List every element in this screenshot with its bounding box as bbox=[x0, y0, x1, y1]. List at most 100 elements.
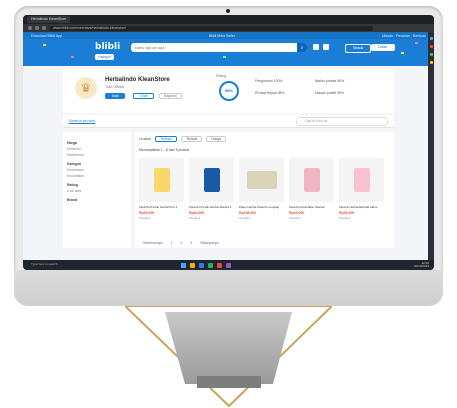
product-image[interactable] bbox=[289, 158, 334, 202]
filter-category-2[interactable]: Kecantikan bbox=[67, 174, 127, 178]
taskbar-search[interactable]: Type here to search bbox=[31, 262, 58, 266]
filter-price-max[interactable]: Maksimum bbox=[67, 153, 127, 157]
product-price: Rp55.000 bbox=[339, 211, 355, 215]
product-image[interactable] bbox=[239, 158, 284, 202]
browser-tabbar: Herbalindo KleanStore bbox=[23, 15, 434, 24]
product-image[interactable] bbox=[139, 158, 184, 202]
product-price: Rp188.000 bbox=[239, 211, 257, 215]
confetti-icon bbox=[223, 56, 226, 58]
product-price: Rp59.000 bbox=[139, 211, 155, 215]
product-name[interactable]: KleanS Kecantikan Wanita bbox=[289, 205, 334, 209]
filter-price-min[interactable]: Minimum bbox=[67, 147, 127, 151]
product-card[interactable]: KleanS Kecantikan Wanita Rp49.000 Terjua… bbox=[289, 158, 334, 220]
confetti-icon bbox=[401, 52, 404, 54]
search-input[interactable] bbox=[131, 43, 287, 52]
chat-button[interactable]: Chat bbox=[133, 93, 155, 99]
browser-sidebar bbox=[428, 32, 434, 260]
pager-next[interactable]: Selanjutnya bbox=[200, 241, 218, 245]
help-links[interactable]: Ulasan · Pesanan · Bantuan bbox=[382, 34, 426, 38]
back-icon[interactable] bbox=[28, 26, 32, 30]
stat-shipping: Pengiriman 100% bbox=[255, 79, 283, 83]
windows-start-icon[interactable] bbox=[181, 262, 186, 268]
register-button[interactable]: Daftar bbox=[371, 44, 395, 51]
product-box-icon bbox=[353, 168, 370, 192]
clock-date: 20/10/2023 bbox=[413, 264, 429, 268]
header-topline: Download Blibli App Blibli Mitra Seller … bbox=[23, 32, 434, 39]
app-icon[interactable] bbox=[217, 262, 222, 268]
forward-icon[interactable] bbox=[35, 26, 39, 30]
product-sold: Terjual 2 bbox=[239, 216, 251, 220]
product-name[interactable]: KleanS Herbal Ekstrak Alami bbox=[339, 205, 384, 209]
pager-page-2[interactable]: 2 bbox=[180, 241, 182, 245]
blibli-logo[interactable]: blibli bbox=[95, 42, 120, 52]
filter-rating-item[interactable]: 4 ke atas bbox=[67, 189, 127, 193]
url-field[interactable]: www.blibli.com/merchant/herbalindo-klean… bbox=[49, 25, 373, 31]
system-tray[interactable]: 12:40 20/10/2023 bbox=[414, 262, 429, 268]
product-card[interactable]: KleanS Produk Herbal Pria 1 Rp59.000 Ter… bbox=[139, 158, 184, 220]
filter-heading-price: Harga bbox=[67, 141, 77, 145]
store-header: ♛ Herbalindo KleanStore Toko Official Ik… bbox=[63, 69, 394, 113]
category-button[interactable]: Kategori bbox=[95, 54, 115, 60]
search-icon[interactable]: ⌕ bbox=[297, 43, 307, 52]
screen: Herbalindo KleanStore www.blibli.com/mer… bbox=[23, 15, 434, 270]
seller-link[interactable]: Blibli Mitra Seller bbox=[209, 34, 235, 38]
app-icon[interactable] bbox=[226, 262, 231, 268]
product-box-icon bbox=[303, 168, 320, 192]
pager-page-3[interactable]: 3 bbox=[190, 241, 192, 245]
product-listing: Urutkan Terbaru Terlaris Harga Menampilk… bbox=[135, 132, 394, 248]
edge-icon[interactable] bbox=[199, 262, 204, 268]
sort-chip-price[interactable]: Harga bbox=[206, 136, 226, 142]
browser-tab[interactable]: Herbalindo KleanStore bbox=[27, 16, 71, 23]
product-box-icon bbox=[203, 168, 220, 192]
sort-chip-bestseller[interactable]: Terlaris bbox=[181, 136, 203, 142]
product-sold: Terjual 1 bbox=[139, 216, 151, 220]
sidebar-app-icon[interactable] bbox=[429, 61, 433, 64]
product-grid: KleanS Produk Herbal Pria 1 Rp59.000 Ter… bbox=[139, 158, 390, 220]
store-name: Herbalindo KleanStore bbox=[105, 77, 170, 83]
stand-body bbox=[165, 312, 292, 384]
product-card[interactable]: KleanS Herbal Ekstrak Alami Rp55.000 Ter… bbox=[339, 158, 384, 220]
product-image[interactable] bbox=[339, 158, 384, 202]
store-subtitle: Toko Official bbox=[105, 85, 124, 89]
confetti-icon bbox=[43, 44, 46, 46]
sort-chip-newest[interactable]: Terbaru bbox=[155, 136, 178, 142]
product-card[interactable]: Paket Herbal KleanS Lengkap Rp188.000 Te… bbox=[239, 158, 284, 220]
reload-icon[interactable] bbox=[42, 26, 46, 30]
browser-addressbar: www.blibli.com/merchant/herbalindo-klean… bbox=[23, 24, 434, 32]
file-explorer-icon[interactable] bbox=[190, 262, 195, 268]
sort-bar: Urutkan Terbaru Terlaris Harga bbox=[139, 136, 390, 142]
product-name[interactable]: Paket Herbal KleanS Lengkap bbox=[239, 205, 284, 209]
filter-heading-brand: Brand bbox=[67, 198, 78, 202]
sidebar-app-icon[interactable] bbox=[429, 53, 433, 56]
cart-icon[interactable] bbox=[313, 44, 319, 50]
sidebar-app-icon[interactable] bbox=[429, 37, 433, 40]
store-search-input[interactable]: Cari di toko ini bbox=[296, 117, 388, 126]
login-button[interactable]: Masuk bbox=[345, 44, 372, 53]
content-area: Harga Minimum Maksimum Kategori Kesehata… bbox=[63, 132, 394, 248]
pager-page-1[interactable]: 1 bbox=[170, 241, 172, 245]
product-name[interactable]: KleanS Produk Herbal Pria 1 bbox=[139, 205, 184, 209]
site-header: Download Blibli App Blibli Mitra Seller … bbox=[23, 32, 434, 66]
bell-icon[interactable] bbox=[323, 44, 329, 50]
share-button[interactable]: Bagikan bbox=[159, 93, 182, 99]
filter-panel: Harga Minimum Maksimum Kategori Kesehata… bbox=[63, 132, 131, 248]
product-price: Rp49.000 bbox=[289, 211, 305, 215]
tab-all-products[interactable]: Semua produk bbox=[69, 118, 96, 124]
confetti-icon bbox=[71, 56, 74, 58]
keyboard-icon bbox=[197, 376, 261, 388]
product-box-icon bbox=[153, 168, 170, 192]
pager-prev[interactable]: Sebelumnya bbox=[143, 241, 162, 245]
product-box-icon bbox=[246, 171, 277, 189]
sidebar-app-icon[interactable] bbox=[429, 45, 433, 48]
filter-category-1[interactable]: Kesehatan bbox=[67, 168, 127, 172]
product-card[interactable]: KleanS Produk Herbal Wanita 2 Rp64.000 T… bbox=[189, 158, 234, 220]
product-name[interactable]: KleanS Produk Herbal Wanita 2 bbox=[189, 205, 234, 209]
follow-button[interactable]: Ikuti bbox=[105, 93, 126, 99]
chrome-icon[interactable] bbox=[208, 262, 213, 268]
confetti-icon bbox=[415, 42, 418, 44]
product-sold: Terjual 4 bbox=[339, 216, 351, 220]
product-image[interactable] bbox=[189, 158, 234, 202]
rating-gauge: 98% bbox=[219, 81, 239, 101]
download-app-link[interactable]: Download Blibli App bbox=[31, 34, 62, 38]
store-logo-icon: ♛ bbox=[75, 77, 97, 99]
